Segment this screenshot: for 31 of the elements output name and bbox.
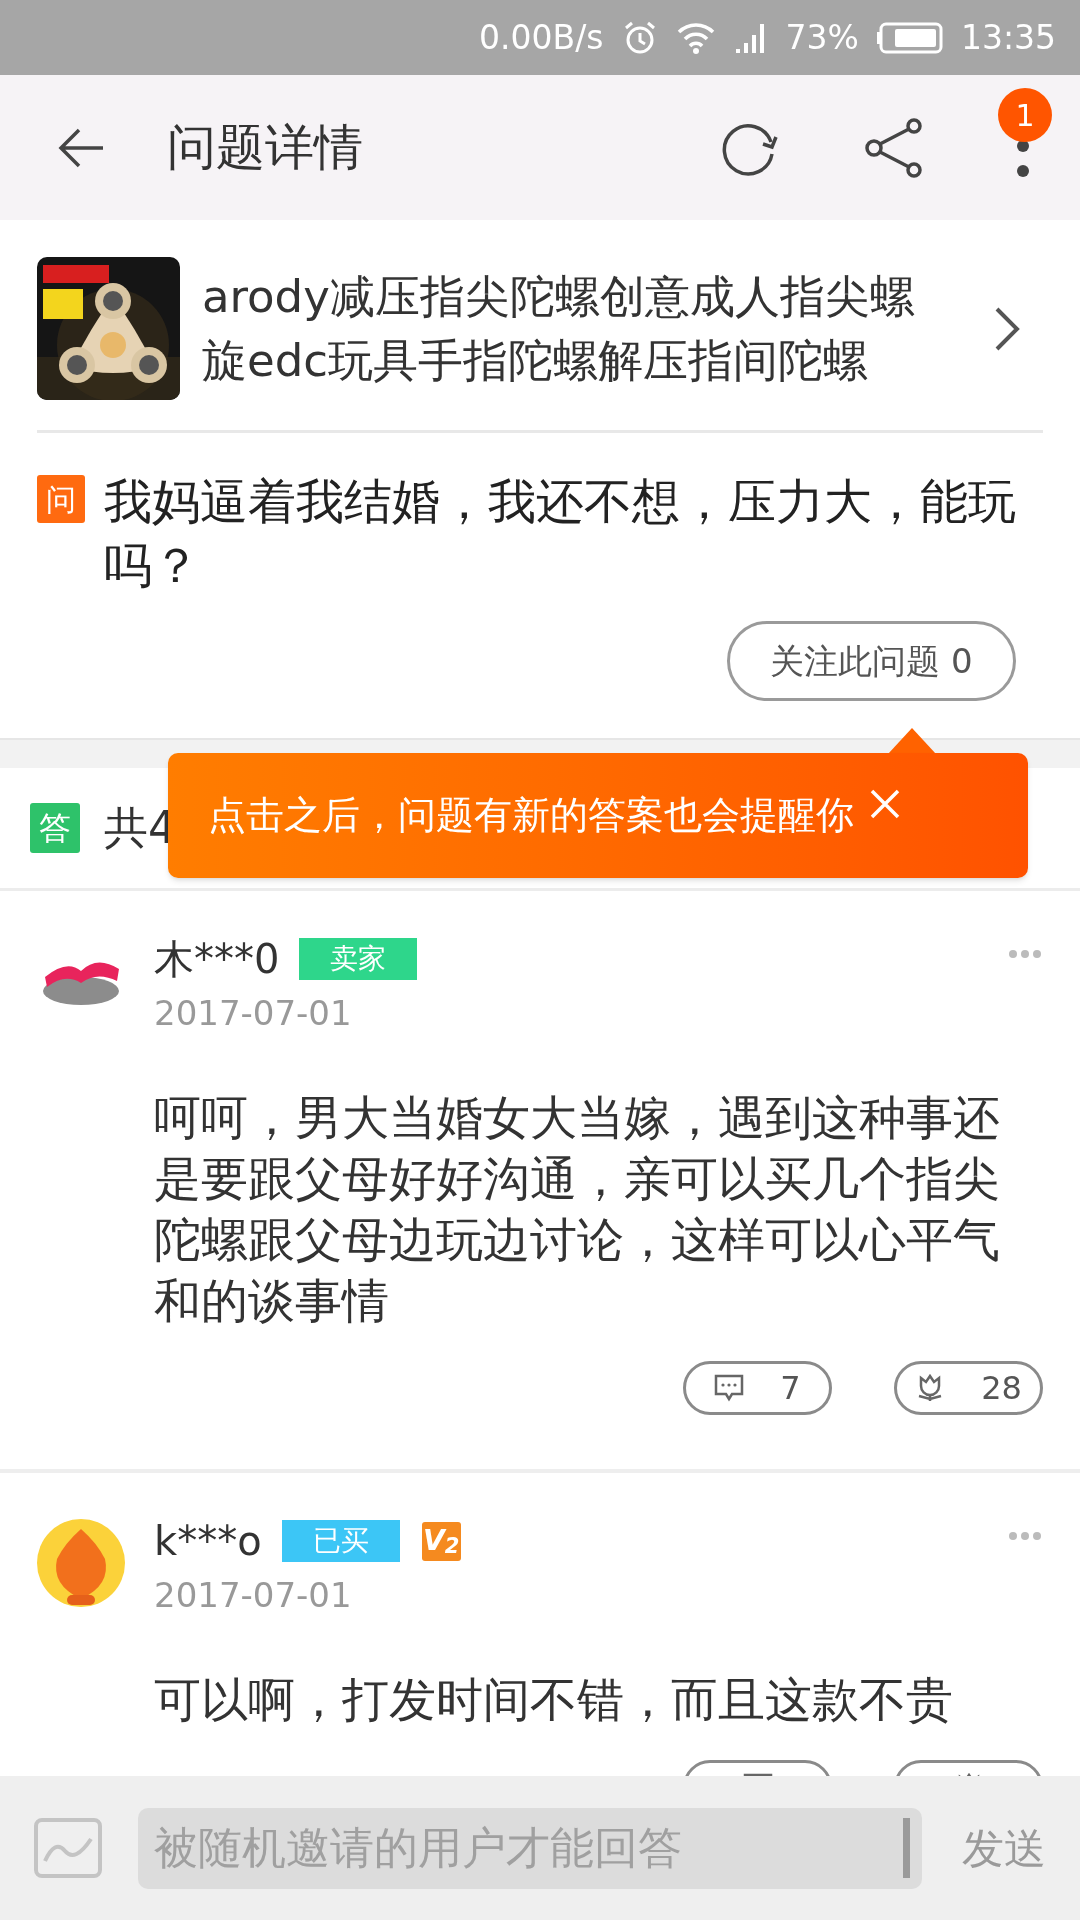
answer-date: 2017-07-01 — [154, 992, 353, 1035]
user-name: k***o — [154, 1517, 262, 1566]
question-text: 我妈逼着我结婚，我还不想，压力大，能玩吗？ — [104, 472, 1017, 595]
battery-icon — [876, 21, 943, 54]
clock-time: 13:35 — [960, 16, 1056, 59]
answer-input[interactable]: 被随机邀请的用户才能回答 — [138, 1807, 922, 1889]
comment-button[interactable]: 7 — [683, 1361, 832, 1415]
battery-percent: 73% — [785, 16, 859, 59]
network-speed: 0.00B/s — [479, 16, 604, 59]
answer-text: 可以啊，打发时间不错，而且这款不贵 — [154, 1671, 954, 1729]
wifi-icon — [675, 20, 716, 55]
tooltip-arrow — [888, 726, 936, 754]
comment-icon — [714, 1374, 745, 1402]
question-marker: 问 — [37, 475, 85, 523]
answer-marker: 答 — [30, 803, 80, 853]
notification-badge: 1 — [998, 88, 1052, 142]
answer-date: 2017-07-01 — [154, 1574, 353, 1617]
user-tag: 已买 — [281, 1520, 400, 1562]
user-tag: 卖家 — [299, 938, 418, 980]
share-icon[interactable] — [864, 117, 924, 178]
answer-text: 呵呵，男大当婚女大当嫁，遇到这种事还是要跟父母好好沟通，亲可以买几个指尖陀螺跟父母边玩边讨论，这样可以心平气和的谈事情 — [154, 1089, 1001, 1330]
chevron-right-icon[interactable] — [994, 305, 1020, 352]
tooltip-text: 点击之后，问题有新的答案也会提醒你 — [208, 792, 854, 839]
like-button[interactable]: 28 — [894, 1361, 1043, 1415]
follow-button[interactable]: 关注此问题 0 — [727, 621, 1016, 701]
close-icon[interactable] — [870, 788, 900, 819]
level-badge: V$_{2}$ — [421, 1521, 461, 1561]
page-title: 问题详情 — [167, 117, 363, 178]
product-title[interactable]: arody减压指尖陀螺创意成人指尖螺旋edc玩具手指陀螺解压指间陀螺 — [202, 264, 942, 393]
user-name: 木***0 — [154, 935, 280, 984]
back-icon[interactable] — [57, 127, 105, 168]
